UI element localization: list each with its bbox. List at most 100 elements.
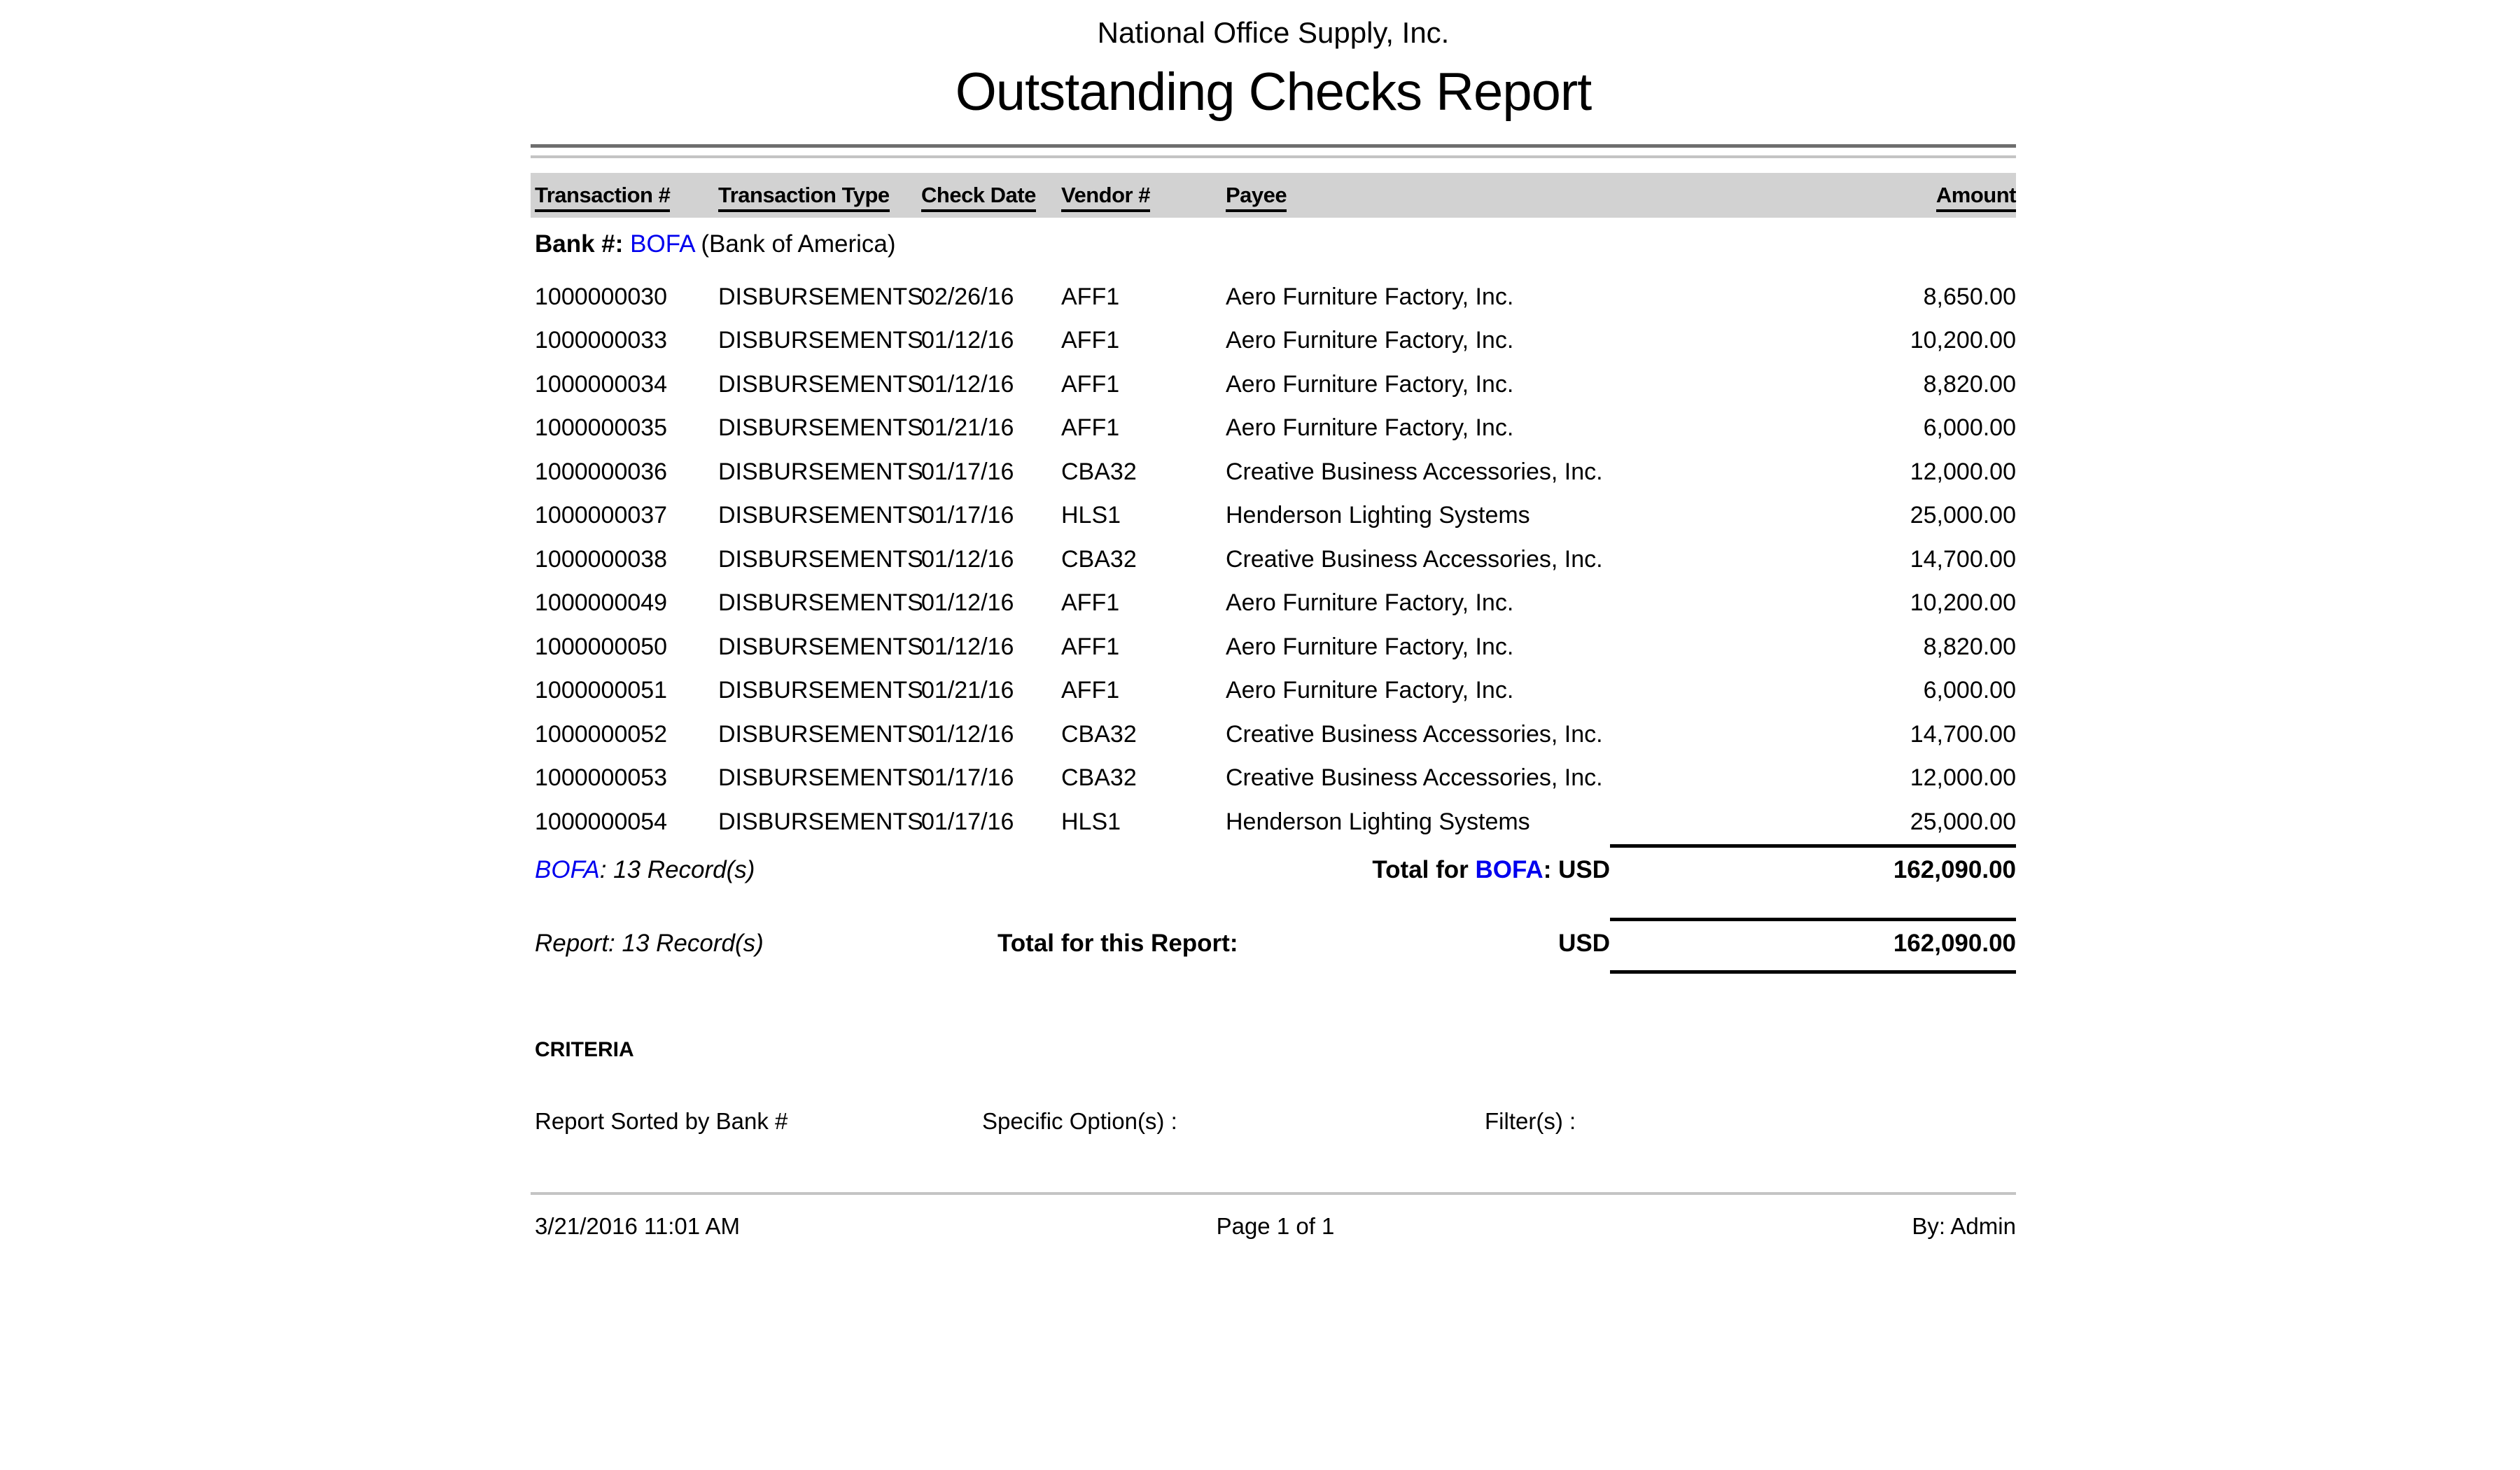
cell-transaction-number: 1000000036 [535,458,718,486]
cell-transaction-number: 1000000054 [535,808,718,836]
bank-total-amount: 162,090.00 [1610,856,2016,884]
cell-check-date: 01/12/16 [921,327,1061,354]
table-row: 1000000030DISBURSEMENTS02/26/16AFF1Aero … [531,275,2016,319]
cell-amount: 8,820.00 [1610,371,2016,398]
cell-amount: 6,000.00 [1610,677,2016,704]
cell-transaction-type: DISBURSEMENTS [718,414,921,442]
cell-transaction-type: DISBURSEMENTS [718,634,921,661]
footer-divider [531,1192,2016,1195]
cell-transaction-type: DISBURSEMENTS [718,502,921,529]
cell-amount: 6,000.00 [1610,414,2016,442]
criteria-specific-options: Specific Option(s) : [982,1108,1485,1135]
cell-check-date: 02/26/16 [921,284,1061,311]
cell-transaction-type: DISBURSEMENTS [718,458,921,486]
cell-payee: Aero Furniture Factory, Inc. [1226,589,1610,617]
cell-check-date: 01/17/16 [921,764,1061,792]
cell-transaction-number: 1000000050 [535,634,718,661]
cell-vendor-number: AFF1 [1061,371,1226,398]
cell-transaction-number: 1000000051 [535,677,718,704]
table-row: 1000000054DISBURSEMENTS01/17/16HLS1Hende… [531,800,2016,844]
bank-total-code[interactable]: BOFA [1475,856,1543,883]
table-row: 1000000038DISBURSEMENTS01/12/16CBA32Crea… [531,538,2016,582]
cell-vendor-number: CBA32 [1061,764,1226,792]
table-row: 1000000049DISBURSEMENTS01/12/16AFF1Aero … [531,582,2016,626]
cell-payee: Aero Furniture Factory, Inc. [1226,284,1610,311]
cell-transaction-type: DISBURSEMENTS [718,808,921,836]
divider-rule-light [531,155,2016,158]
report-total-row: Report: 13 Record(s) Total for this Repo… [531,927,2016,960]
cell-check-date: 01/12/16 [921,634,1061,661]
cell-transaction-number: 1000000049 [535,589,718,617]
cell-transaction-type: DISBURSEMENTS [718,284,921,311]
cell-payee: Creative Business Accessories, Inc. [1226,764,1610,792]
cell-payee: Aero Furniture Factory, Inc. [1226,634,1610,661]
cell-vendor-number: HLS1 [1061,502,1226,529]
table-row: 1000000051DISBURSEMENTS01/21/16AFF1Aero … [531,669,2016,713]
footer-author: By: Admin [1527,1213,2016,1240]
cell-transaction-type: DISBURSEMENTS [718,371,921,398]
table-row: 1000000037DISBURSEMENTS01/17/16HLS1Hende… [531,494,2016,538]
cell-vendor-number: AFF1 [1061,589,1226,617]
column-header-payee: Payee [1226,183,1610,208]
bank-record-count: BOFA: 13 Record(s) [535,856,755,884]
table-row: 1000000033DISBURSEMENTS01/12/16AFF1Aero … [531,319,2016,363]
column-header-transaction: Transaction # [535,183,718,208]
cell-vendor-number: AFF1 [1061,327,1226,354]
cell-payee: Creative Business Accessories, Inc. [1226,721,1610,748]
cell-transaction-number: 1000000053 [535,764,718,792]
cell-transaction-type: DISBURSEMENTS [718,327,921,354]
cell-amount: 25,000.00 [1610,502,2016,529]
bank-total-code-left[interactable]: BOFA [535,856,600,883]
bank-group-header: Bank #: BOFA (Bank of America) [531,230,2016,258]
footer-page-number: Page 1 of 1 [1023,1213,1527,1240]
cell-payee: Creative Business Accessories, Inc. [1226,546,1610,573]
criteria-sorted-by: Report Sorted by Bank # [535,1108,982,1135]
column-header-amount: Amount [1610,183,2016,208]
table-row: 1000000036DISBURSEMENTS01/17/16CBA32Crea… [531,450,2016,494]
cell-payee: Creative Business Accessories, Inc. [1226,458,1610,486]
report-total-overline [1610,918,2016,921]
cell-transaction-number: 1000000052 [535,721,718,748]
cell-amount: 14,700.00 [1610,546,2016,573]
cell-check-date: 01/17/16 [921,808,1061,836]
bank-label: Bank #: [535,230,623,258]
column-header-vendor: Vendor # [1061,183,1226,208]
cell-check-date: 01/17/16 [921,458,1061,486]
report-total-label: Total for this Report: [997,930,1238,958]
cell-amount: 12,000.00 [1610,764,2016,792]
cell-vendor-number: AFF1 [1061,284,1226,311]
title-divider [531,144,2016,158]
divider-rule-dark [531,144,2016,148]
cell-check-date: 01/12/16 [921,546,1061,573]
bank-code-link[interactable]: BOFA [630,230,694,258]
column-header-type: Transaction Type [718,183,921,208]
cell-payee: Henderson Lighting Systems [1226,808,1610,836]
cell-vendor-number: CBA32 [1061,546,1226,573]
bank-total-overline [1610,844,2016,848]
cell-amount: 14,700.00 [1610,721,2016,748]
table-rows: 1000000030DISBURSEMENTS02/26/16AFF1Aero … [531,275,2016,844]
criteria-heading: CRITERIA [531,1038,2016,1062]
report-record-count: Report: 13 Record(s) [535,930,997,958]
report-page: National Office Supply, Inc. Outstanding… [531,0,2016,1240]
table-row: 1000000035DISBURSEMENTS01/21/16AFF1Aero … [531,407,2016,451]
cell-vendor-number: HLS1 [1061,808,1226,836]
table-row: 1000000052DISBURSEMENTS01/12/16CBA32Crea… [531,713,2016,757]
cell-transaction-number: 1000000034 [535,371,718,398]
cell-amount: 8,820.00 [1610,634,2016,661]
cell-transaction-type: DISBURSEMENTS [718,589,921,617]
table-row: 1000000034DISBURSEMENTS01/12/16AFF1Aero … [531,363,2016,407]
cell-payee: Aero Furniture Factory, Inc. [1226,677,1610,704]
table-row: 1000000050DISBURSEMENTS01/12/16AFF1Aero … [531,625,2016,669]
cell-amount: 8,650.00 [1610,284,2016,311]
cell-vendor-number: AFF1 [1061,414,1226,442]
cell-amount: 25,000.00 [1610,808,2016,836]
cell-transaction-type: DISBURSEMENTS [718,764,921,792]
footer-datetime: 3/21/2016 11:01 AM [535,1213,1023,1240]
report-total-currency: USD [1558,930,1610,958]
cell-amount: 12,000.00 [1610,458,2016,486]
cell-transaction-type: DISBURSEMENTS [718,546,921,573]
cell-check-date: 01/12/16 [921,371,1061,398]
cell-amount: 10,200.00 [1610,589,2016,617]
cell-payee: Aero Furniture Factory, Inc. [1226,327,1610,354]
